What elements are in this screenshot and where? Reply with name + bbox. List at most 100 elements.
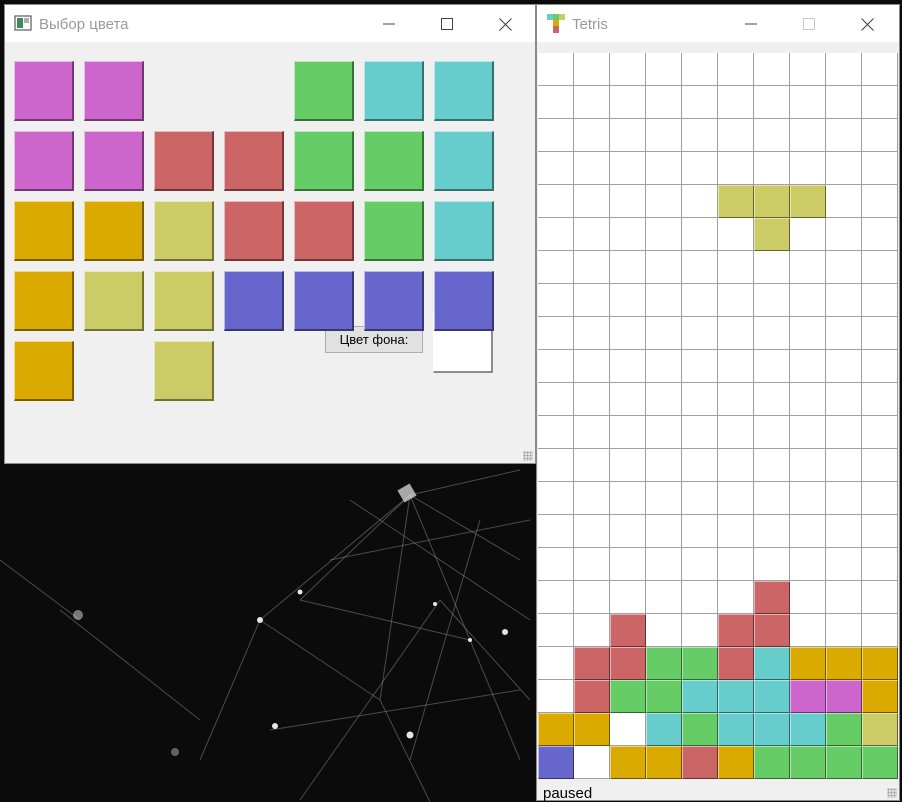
board-cell-empty: [790, 218, 826, 251]
board-cell-empty: [718, 383, 754, 416]
board-cell-empty: [826, 449, 862, 482]
board-cell-empty: [574, 284, 610, 317]
board-cell-empty: [862, 284, 898, 317]
board-cell-empty: [826, 251, 862, 284]
board-cell-empty: [754, 350, 790, 383]
board-cell-empty: [646, 284, 682, 317]
board-cell-empty: [574, 482, 610, 515]
board-cell-empty: [646, 515, 682, 548]
board-cell-red: [574, 647, 610, 680]
board-cell-empty: [574, 86, 610, 119]
resize-grip[interactable]: [523, 451, 533, 461]
board-cell-empty: [610, 713, 646, 746]
board-cell-empty: [646, 416, 682, 449]
board-cell-empty: [790, 416, 826, 449]
board-cell-empty: [538, 152, 574, 185]
board-cell-empty: [682, 86, 718, 119]
color-swatch-blue[interactable]: [364, 271, 424, 331]
board-cell-empty: [754, 284, 790, 317]
board-cell-yellow: [718, 185, 754, 218]
color-swatch-orange[interactable]: [84, 201, 144, 261]
board-cell-yellow: [754, 218, 790, 251]
board-cell-empty: [538, 482, 574, 515]
board-cell-empty: [538, 680, 574, 713]
board-cell-empty: [574, 185, 610, 218]
color-swatch-red[interactable]: [154, 131, 214, 191]
board-cell-empty: [646, 185, 682, 218]
board-cell-empty: [826, 581, 862, 614]
board-cell-green: [826, 713, 862, 746]
minimize-button[interactable]: [367, 10, 411, 38]
board-cell-empty: [646, 251, 682, 284]
board-cell-empty: [646, 482, 682, 515]
color-swatch-red[interactable]: [224, 131, 284, 191]
board-cell-empty: [826, 284, 862, 317]
color-swatch-cyan[interactable]: [364, 61, 424, 121]
color-swatch-yellow[interactable]: [154, 341, 214, 401]
tetris-board[interactable]: [538, 53, 898, 779]
color-swatch-yellow[interactable]: [84, 271, 144, 331]
tetris-window: Tetris paused: [536, 4, 900, 802]
tetris-app-icon: [547, 14, 565, 39]
board-cell-yellow: [862, 713, 898, 746]
board-cell-empty: [718, 53, 754, 86]
color-swatch-orange[interactable]: [14, 201, 74, 261]
minimize-button[interactable]: [729, 10, 773, 38]
board-cell-empty: [574, 515, 610, 548]
color-swatch-magenta[interactable]: [84, 61, 144, 121]
color-swatch-yellow[interactable]: [154, 201, 214, 261]
minimize-icon: [383, 23, 395, 25]
board-cell-empty: [610, 350, 646, 383]
board-cell-red: [754, 614, 790, 647]
board-cell-empty: [574, 548, 610, 581]
board-cell-empty: [574, 53, 610, 86]
color-swatch-orange[interactable]: [14, 271, 74, 331]
resize-grip[interactable]: [887, 788, 897, 798]
color-swatch-green[interactable]: [294, 131, 354, 191]
color-swatch-green[interactable]: [364, 131, 424, 191]
tetris-titlebar[interactable]: Tetris: [537, 5, 899, 42]
board-cell-empty: [646, 614, 682, 647]
board-cell-orange: [862, 680, 898, 713]
board-cell-empty: [682, 383, 718, 416]
board-cell-empty: [574, 416, 610, 449]
board-cell-orange: [646, 746, 682, 779]
color-swatch-orange[interactable]: [14, 341, 74, 401]
board-cell-green: [790, 746, 826, 779]
board-cell-green: [610, 680, 646, 713]
color-swatch-red[interactable]: [224, 201, 284, 261]
board-cell-orange: [862, 647, 898, 680]
color-swatch-magenta[interactable]: [84, 131, 144, 191]
color-swatch-blue[interactable]: [434, 271, 494, 331]
color-swatch-blue[interactable]: [294, 271, 354, 331]
board-cell-empty: [682, 218, 718, 251]
color-swatch-cyan[interactable]: [434, 61, 494, 121]
board-cell-empty: [718, 350, 754, 383]
color-swatch-magenta[interactable]: [14, 61, 74, 121]
board-cell-empty: [682, 449, 718, 482]
close-button[interactable]: [845, 10, 889, 38]
board-cell-red: [610, 647, 646, 680]
color-swatch-green[interactable]: [294, 61, 354, 121]
board-cell-empty: [718, 449, 754, 482]
maximize-button[interactable]: [425, 10, 469, 38]
color-swatch-cyan[interactable]: [434, 201, 494, 261]
color-swatch-yellow[interactable]: [154, 271, 214, 331]
board-cell-empty: [646, 53, 682, 86]
board-cell-empty: [754, 53, 790, 86]
color-swatch-green[interactable]: [364, 201, 424, 261]
color-swatch-cyan[interactable]: [434, 131, 494, 191]
color-swatch-magenta[interactable]: [14, 131, 74, 191]
color-dialog-titlebar[interactable]: Выбор цвета: [5, 5, 535, 42]
board-cell-empty: [538, 251, 574, 284]
close-button[interactable]: [483, 10, 527, 38]
board-cell-empty: [574, 614, 610, 647]
board-cell-empty: [790, 317, 826, 350]
color-swatch-red[interactable]: [294, 201, 354, 261]
board-cell-empty: [538, 185, 574, 218]
board-cell-empty: [538, 548, 574, 581]
board-cell-empty: [826, 152, 862, 185]
board-cell-yellow: [754, 185, 790, 218]
board-cell-empty: [574, 350, 610, 383]
color-swatch-blue[interactable]: [224, 271, 284, 331]
